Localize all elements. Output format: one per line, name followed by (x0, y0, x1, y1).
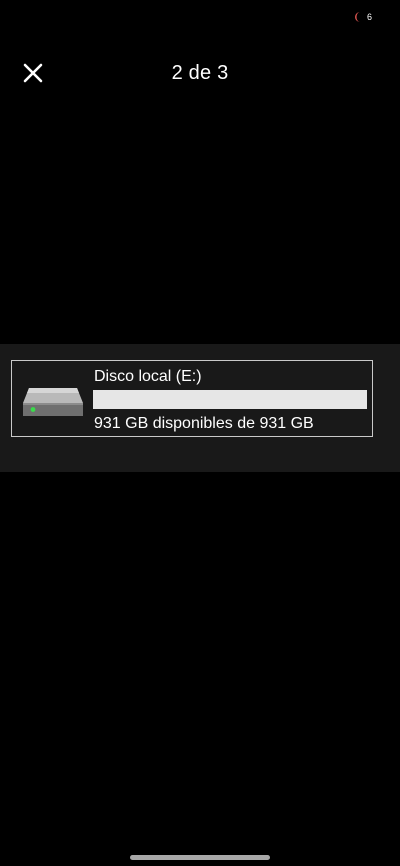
moon-icon (354, 12, 360, 22)
status-indicators: 6 (354, 12, 372, 22)
hard-drive-icon (23, 388, 83, 416)
drive-usage-bar (93, 390, 367, 409)
drive-tile: Disco local (E:) 931 GB disponibles de 9… (11, 360, 373, 437)
image-counter: 2 de 3 (171, 62, 229, 84)
drive-space-text: 931 GB disponibles de 931 GB (94, 415, 314, 432)
image-preview[interactable]: Disco local (E:) 931 GB disponibles de 9… (0, 344, 400, 472)
notification-count: 6 (366, 12, 372, 22)
viewer-topbar: 2 de 3 (0, 52, 400, 96)
home-indicator[interactable] (130, 855, 270, 860)
drive-name: Disco local (E:) (94, 368, 202, 385)
